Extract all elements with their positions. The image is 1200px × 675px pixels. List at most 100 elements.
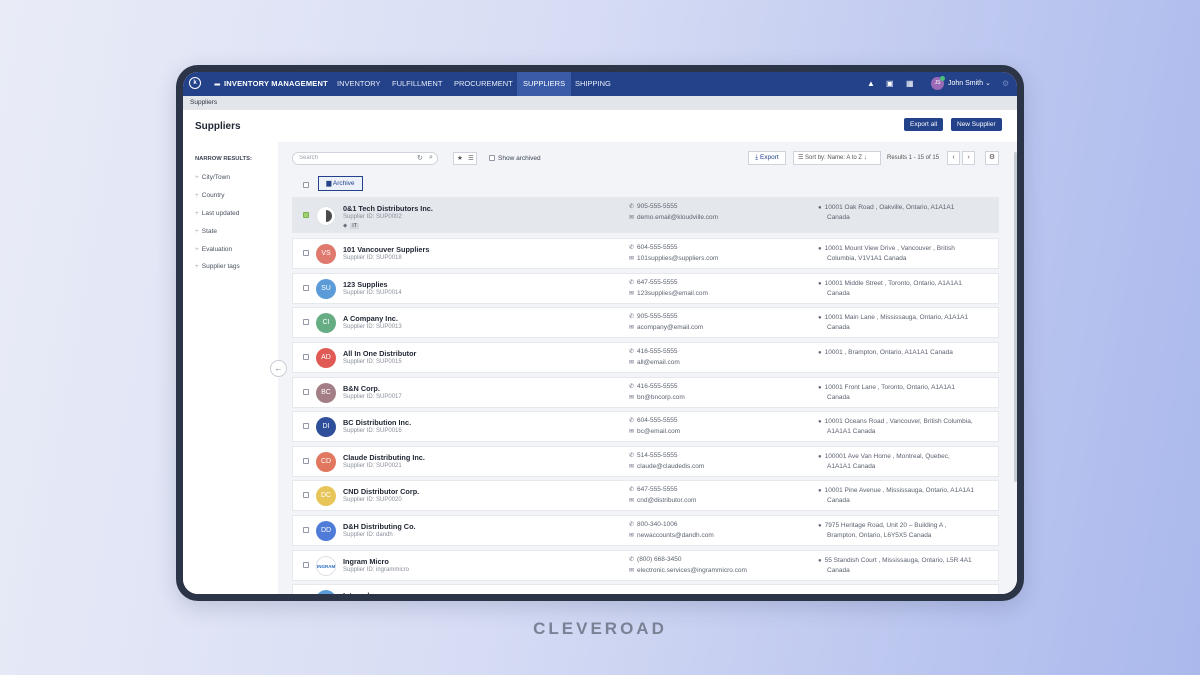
filter-evaluation[interactable]: + Evaluation — [195, 246, 232, 253]
supplier-address: ● 10001 Oak Road , Oakville, Ontario, A1A… — [818, 203, 954, 223]
supplier-name[interactable]: BC Distribution Inc. — [343, 418, 411, 427]
app-logo-icon[interactable]: k — [189, 77, 201, 89]
row-checkbox[interactable] — [303, 492, 309, 498]
row-checkbox[interactable] — [303, 212, 309, 218]
supplier-phone: ✆ (800) 668-3450 — [629, 556, 681, 563]
row-checkbox[interactable] — [303, 319, 309, 325]
table-row[interactable]: CI A Company Inc. Supplier ID: SUP0013 ✆ 905… — [292, 307, 999, 338]
breadcrumb[interactable]: Suppliers — [190, 99, 217, 106]
bell-icon[interactable]: ▲ — [867, 79, 875, 88]
search-icon[interactable]: ⌕ — [429, 154, 433, 162]
tab-fulfillment[interactable]: FULFILLMENT — [386, 72, 448, 96]
phone-text: 604-555-5555 — [637, 417, 678, 424]
next-page-button[interactable]: › — [962, 151, 975, 165]
star-icon[interactable]: ★ — [457, 154, 463, 162]
filter-city[interactable]: + City/Town — [195, 174, 230, 181]
filter-country[interactable]: + Country — [195, 192, 225, 199]
app-title[interactable]: INVENTORY MANAGEMENT — [224, 79, 328, 88]
email-text[interactable]: cnd@distributor.com — [637, 497, 696, 504]
mail-icon: ✉ — [629, 533, 635, 539]
tab-suppliers[interactable]: SUPPLIERS — [517, 72, 572, 96]
apps-grid-icon[interactable]: ▪▪▪ — [214, 80, 220, 89]
prev-page-button[interactable]: ‹ — [947, 151, 960, 165]
row-checkbox[interactable] — [303, 458, 309, 464]
table-row[interactable]: 0&1 Tech Distributors Inc. Supplier ID: S… — [292, 197, 999, 233]
supplier-email: ✉ electronic.services@ingrammicro.com — [629, 567, 747, 574]
email-text[interactable]: all@email.com — [637, 359, 680, 366]
phone-icon: ✆ — [629, 522, 635, 528]
settings-icon[interactable]: ⚙ — [1002, 79, 1009, 88]
device-frame: k ▪▪▪ INVENTORY MANAGEMENT INVENTORY FUL… — [176, 65, 1024, 601]
list-icon[interactable]: ☰ — [468, 154, 474, 162]
supplier-name[interactable]: Ingram Micro — [343, 557, 389, 566]
supplier-name[interactable]: A Company Inc. — [343, 314, 398, 323]
email-text[interactable]: 101supplies@suppliers.com — [637, 255, 718, 262]
clipboard-icon[interactable]: ▣ — [886, 79, 894, 88]
email-text[interactable]: demo.email@kloudville.com — [637, 214, 718, 221]
archive-button[interactable]: ▆ Archive — [318, 176, 363, 191]
supplier-name[interactable]: CND Distributor Corp. — [343, 487, 419, 496]
tab-inventory[interactable]: INVENTORY — [331, 72, 386, 96]
table-row[interactable]: BC B&N Corp. Supplier ID: SUP0017 ✆ 416-555-… — [292, 377, 999, 408]
phone-icon: ✆ — [629, 314, 635, 320]
calendar-icon[interactable]: ▦ — [906, 79, 914, 88]
table-row[interactable]: SU 123 Supplies Supplier ID: SUP0014 ✆ 647-5… — [292, 273, 999, 304]
supplier-name[interactable]: Internal — [343, 591, 369, 594]
table-row[interactable]: DI BC Distribution Inc. Supplier ID: SUP00… — [292, 411, 999, 442]
supplier-name[interactable]: 0&1 Tech Distributors Inc. — [343, 204, 433, 213]
supplier-name[interactable]: Claude Distributing Inc. — [343, 453, 425, 462]
supplier-email: ✉ bc@email.com — [629, 428, 680, 435]
email-text[interactable]: 123supplies@email.com — [637, 290, 708, 297]
table-row[interactable]: CD Claude Distributing Inc. Supplier ID: S… — [292, 446, 999, 477]
email-text[interactable]: claude@claudedis.com — [637, 463, 704, 470]
supplier-logo — [316, 206, 336, 226]
row-checkbox[interactable] — [303, 250, 309, 256]
supplier-id: Supplier ID: SUP0020 — [343, 497, 402, 503]
email-text[interactable]: newaccounts@dandh.com — [637, 532, 714, 539]
sort-dropdown[interactable]: ☰ Sort by: Name: A to Z ↓ — [793, 151, 881, 165]
show-archived-toggle[interactable]: Show archived — [489, 155, 541, 162]
export-button[interactable]: ⤓ Export — [748, 151, 786, 165]
user-menu[interactable]: John Smith ⌄ — [948, 79, 991, 87]
supplier-name[interactable]: 101 Vancouver Suppliers — [343, 245, 429, 254]
search-input[interactable] — [299, 155, 399, 161]
supplier-list-panel: ↻ ⌕ ★ ☰ Show archived ⤓ Export ☰ Sort by… — [278, 142, 1017, 594]
collapse-sidebar-button[interactable]: ← — [270, 360, 287, 377]
gear-icon[interactable]: ⚙ — [985, 151, 999, 165]
table-row[interactable]: DC CND Distributor Corp. Supplier ID: SUP0… — [292, 480, 999, 511]
tab-procurement[interactable]: PROCUREMENT — [448, 72, 519, 96]
supplier-name[interactable]: D&H Distributing Co. — [343, 522, 416, 531]
table-row[interactable]: DD D&H Distributing Co. Supplier ID: dandh… — [292, 515, 999, 546]
row-checkbox[interactable] — [303, 423, 309, 429]
filter-supplier-tags[interactable]: + Supplier tags — [195, 263, 240, 270]
row-checkbox[interactable] — [303, 527, 309, 533]
show-archived-checkbox[interactable] — [489, 155, 495, 161]
filter-state[interactable]: + State — [195, 228, 217, 235]
export-all-button[interactable]: Export all — [904, 118, 944, 131]
select-all-checkbox[interactable] — [303, 182, 309, 188]
row-checkbox[interactable] — [303, 354, 309, 360]
row-checkbox[interactable] — [303, 562, 309, 568]
email-text[interactable]: acompany@email.com — [637, 324, 703, 331]
supplier-name[interactable]: 123 Supplies — [343, 280, 388, 289]
table-row[interactable]: Internal — [292, 584, 999, 594]
refresh-icon[interactable]: ↻ — [417, 154, 423, 162]
row-checkbox[interactable] — [303, 389, 309, 395]
supplier-name[interactable]: All In One Distributor — [343, 349, 416, 358]
table-row[interactable]: VS 101 Vancouver Suppliers Supplier ID: SU… — [292, 238, 999, 269]
phone-text: (800) 668-3450 — [637, 556, 682, 563]
table-row[interactable]: AD All In One Distributor Supplier ID: SUP… — [292, 342, 999, 373]
scrollbar[interactable] — [1014, 152, 1017, 482]
tab-shipping[interactable]: SHIPPING — [569, 72, 617, 96]
supplier-name[interactable]: B&N Corp. — [343, 384, 380, 393]
table-row[interactable]: INGRAM Ingram Micro Supplier ID: ingrammic… — [292, 550, 999, 581]
row-checkbox[interactable] — [303, 285, 309, 291]
mail-icon: ✉ — [629, 325, 635, 331]
mail-icon: ✉ — [629, 568, 635, 574]
filter-last-updated[interactable]: + Last updated — [195, 210, 239, 217]
email-text[interactable]: electronic.services@ingrammicro.com — [637, 567, 747, 574]
email-text[interactable]: bn@bncorp.com — [637, 394, 685, 401]
new-supplier-button[interactable]: New Supplier — [951, 118, 1002, 131]
email-text[interactable]: bc@email.com — [637, 428, 680, 435]
sort-direction-icon[interactable]: ↓ — [864, 155, 867, 161]
